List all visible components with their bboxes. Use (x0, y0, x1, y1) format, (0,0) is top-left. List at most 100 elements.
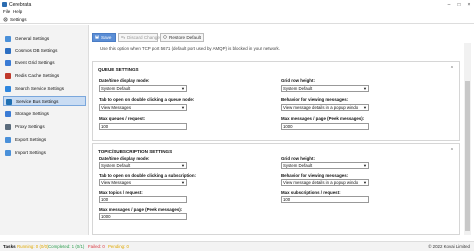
behavior-viewing-select[interactable]: View message details in a popup windo ▼ (281, 179, 369, 186)
sidebar-item-label: Import Settings (15, 150, 46, 155)
max-topics-input[interactable]: 100 (99, 196, 187, 203)
tasks-failed[interactable]: Failed: 0 (88, 244, 105, 249)
save-button-label: Save (101, 35, 112, 40)
chevron-up-icon[interactable]: ⌃ (449, 148, 455, 154)
sidebar-item-label: Storage Settings (15, 111, 49, 116)
amqp-port-hint: Use this option when TCP port 5671 (defa… (100, 46, 280, 51)
select-value: View message details in a popup windo (283, 180, 359, 185)
sidebar-item-label: Export Settings (15, 137, 47, 142)
max-messages-input[interactable]: 1000 (99, 213, 187, 220)
max-queues-label: Max queues / request: (99, 116, 146, 121)
chevron-down-icon: ▼ (363, 180, 367, 185)
tab-settings-label: Settings (10, 17, 27, 22)
sidebar-item-cosmos-db[interactable]: Cosmos DB Settings (3, 46, 86, 56)
max-queues-input[interactable]: 100 (99, 123, 187, 130)
general-settings-icon (5, 36, 11, 42)
select-value: View message details in a popup windo (283, 105, 359, 110)
tasks-label: Tasks (3, 244, 16, 249)
max-messages-input[interactable]: 1000 (281, 123, 369, 130)
sidebar-item-service-bus[interactable]: Service Bus Settings (3, 96, 86, 106)
import-icon (5, 150, 11, 156)
discard-changes-button[interactable]: Discard Changes (118, 33, 162, 42)
chevron-down-icon: ▼ (181, 163, 185, 168)
tasks-pending[interactable]: Pending: 0 (108, 244, 129, 249)
sidebar-item-redis-cache[interactable]: Redis Cache Settings (3, 71, 86, 81)
behavior-viewing-label: Behavior for viewing messages: (281, 97, 349, 102)
grid-row-height-select[interactable]: System Default ▼ (281, 162, 369, 169)
select-value: System Default (283, 163, 313, 168)
restore-default-label: Restore Default (169, 35, 201, 40)
tasks-completed[interactable]: Completed: 1 (0/1) (48, 244, 84, 249)
search-service-icon (5, 86, 11, 92)
tab-open-label: Tab to open on double clicking a subscri… (99, 173, 197, 178)
discard-changes-label: Discard Changes (127, 35, 163, 40)
select-value: System Default (283, 86, 313, 91)
minimize-button[interactable]: – (444, 1, 454, 9)
menu-file[interactable]: File (3, 9, 10, 14)
sidebar-item-label: Search Service Settings (15, 86, 65, 91)
sidebar-item-export[interactable]: Export Settings (3, 135, 86, 145)
chevron-up-icon[interactable]: ⌃ (449, 66, 455, 72)
settings-content: Use this option when TCP port 5671 (defa… (92, 43, 464, 235)
settings-toolbar: Save Discard Changes Restore Default (89, 31, 474, 43)
select-value: System Default (101, 86, 131, 91)
sidebar-item-proxy[interactable]: Proxy Settings (3, 122, 86, 132)
undo-icon (121, 36, 125, 39)
datetime-display-select[interactable]: System Default ▼ (99, 162, 187, 169)
max-messages-label: Max messages / page (Peek messages): (99, 207, 183, 212)
cosmos-db-icon (5, 48, 11, 54)
select-value: System Default (101, 163, 131, 168)
input-value: 100 (101, 124, 109, 129)
input-value: 100 (283, 197, 291, 202)
datetime-display-label: Date/time display mode: (99, 78, 150, 83)
maximize-button[interactable]: □ (454, 1, 464, 9)
save-button[interactable]: Save (92, 33, 116, 42)
input-value: 1000 (283, 124, 293, 129)
restore-default-button[interactable]: Restore Default (160, 33, 204, 42)
grid-row-height-select[interactable]: System Default ▼ (281, 85, 369, 92)
select-value: View Messages (101, 105, 132, 110)
menu-help[interactable]: Help (13, 9, 22, 14)
input-value: 1000 (101, 214, 111, 219)
redis-cache-icon (5, 73, 11, 79)
sidebar-item-import[interactable]: Import Settings (3, 148, 86, 158)
queue-settings-section: QUEUE SETTINGS ⌃ Date/time display mode:… (92, 61, 460, 141)
chevron-down-icon: ▼ (363, 86, 367, 91)
topic-subscription-settings-section: TOPIC/SUBSCRIPTION SETTINGS ⌃ Date/time … (92, 143, 460, 235)
chevron-down-icon: ▼ (181, 105, 185, 110)
sidebar-item-label: Service Bus Settings (16, 99, 59, 104)
sidebar-item-search-service[interactable]: Search Service Settings (3, 84, 86, 94)
window-title: Cerebrata (9, 2, 32, 8)
grid-row-height-label: Grid row height: (281, 78, 315, 83)
input-value: 100 (101, 197, 109, 202)
settings-sidebar: General Settings Cosmos DB Settings Even… (0, 25, 89, 235)
max-subscriptions-input[interactable]: 100 (281, 196, 369, 203)
content-scrollbar[interactable] (464, 43, 471, 235)
datetime-display-label: Date/time display mode: (99, 156, 150, 161)
status-bar: Tasks Running: 0 (0/0) Completed: 1 (0/1… (0, 241, 474, 251)
tab-settings[interactable]: Settings (0, 15, 474, 24)
tab-open-select[interactable]: View Messages ▼ (99, 104, 187, 111)
behavior-viewing-select[interactable]: View message details in a popup windo ▼ (281, 104, 369, 111)
event-grid-icon (5, 60, 11, 66)
service-bus-icon (6, 99, 12, 105)
scrollbar-thumb[interactable] (465, 81, 470, 231)
datetime-display-select[interactable]: System Default ▼ (99, 85, 187, 92)
sidebar-item-label: Proxy Settings (15, 124, 45, 129)
sidebar-item-general[interactable]: General Settings (3, 34, 86, 44)
copyright-text: © 2022 Kovai Limited (428, 244, 470, 249)
max-messages-label: Max messages / page (Peek messages): (281, 116, 365, 121)
section-title: TOPIC/SUBSCRIPTION SETTINGS (98, 149, 173, 154)
sidebar-item-label: General Settings (15, 36, 50, 41)
close-button[interactable]: × (464, 1, 474, 9)
tasks-running[interactable]: Running: 0 (0/0) (17, 244, 49, 249)
tab-open-select[interactable]: View Messages ▼ (99, 179, 187, 186)
chevron-down-icon: ▼ (363, 163, 367, 168)
select-value: View Messages (101, 180, 132, 185)
sidebar-item-event-grid[interactable]: Event Grid Settings (3, 58, 86, 68)
chevron-down-icon: ▼ (363, 105, 367, 110)
export-icon (5, 137, 11, 143)
max-topics-label: Max topics / request: (99, 190, 143, 195)
sidebar-item-storage[interactable]: Storage Settings (3, 109, 86, 119)
storage-icon (5, 111, 11, 117)
